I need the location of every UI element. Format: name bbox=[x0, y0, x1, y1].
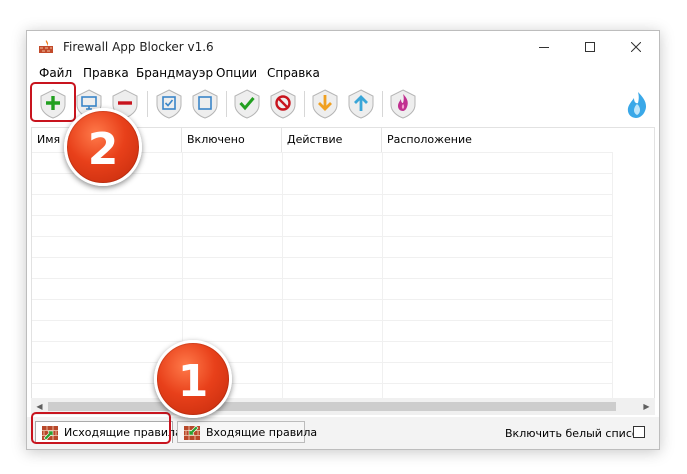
block-button[interactable] bbox=[269, 89, 297, 119]
step-1-badge: 1 bbox=[154, 340, 232, 418]
window-title: Firewall App Blocker v1.6 bbox=[63, 40, 214, 54]
grid-line bbox=[32, 236, 612, 237]
grid-line bbox=[32, 320, 612, 321]
scrollbar-thumb[interactable] bbox=[48, 402, 616, 411]
highlight-outbound-tab bbox=[31, 412, 171, 444]
whitelist-label: Включить белый список bbox=[505, 427, 646, 440]
menu-edit[interactable]: Правка bbox=[83, 66, 129, 80]
tab-inbound-label: Входящие правила bbox=[206, 426, 318, 439]
allow-button[interactable] bbox=[233, 89, 261, 119]
move-up-button[interactable] bbox=[347, 89, 375, 119]
close-button[interactable] bbox=[613, 31, 659, 63]
toolbar-separator bbox=[304, 91, 305, 117]
move-down-button[interactable] bbox=[311, 89, 339, 119]
grid-line bbox=[612, 152, 613, 398]
menu-file[interactable]: Файл bbox=[39, 66, 72, 80]
check-all-button[interactable] bbox=[155, 89, 183, 119]
step-2-badge: 2 bbox=[64, 108, 142, 186]
grid-line bbox=[32, 278, 612, 279]
title-bar: Firewall App Blocker v1.6 bbox=[27, 31, 659, 63]
toolbar-separator bbox=[147, 91, 148, 117]
app-window: Firewall App Blocker v1.6 Файл Правка Бр… bbox=[26, 30, 660, 450]
brick-wall-icon bbox=[184, 426, 200, 440]
grid-line bbox=[32, 194, 612, 195]
grid-line bbox=[32, 215, 612, 216]
maximize-icon bbox=[585, 42, 595, 52]
grid-line bbox=[32, 257, 612, 258]
toolbar-separator bbox=[382, 91, 383, 117]
toolbar-separator bbox=[226, 91, 227, 117]
minimize-icon bbox=[539, 47, 549, 48]
column-header-action[interactable]: Действие bbox=[282, 128, 382, 152]
grid-line bbox=[32, 383, 612, 384]
maximize-button[interactable] bbox=[567, 31, 613, 63]
grid-line bbox=[32, 362, 612, 363]
uncheck-all-button[interactable] bbox=[191, 89, 219, 119]
menu-help[interactable]: Справка bbox=[267, 66, 320, 80]
column-header-location[interactable]: Расположение bbox=[382, 128, 612, 152]
menu-bar: Файл Правка Брандмауэр Опции Справка bbox=[27, 63, 659, 83]
grid-line bbox=[32, 299, 612, 300]
whitelist-checkbox[interactable] bbox=[633, 426, 645, 438]
menu-firewall[interactable]: Брандмауэр bbox=[136, 66, 213, 80]
app-icon bbox=[39, 40, 53, 53]
scroll-right-icon[interactable]: ▶ bbox=[638, 398, 655, 415]
grid-line bbox=[32, 341, 612, 342]
close-icon bbox=[631, 42, 641, 52]
tab-inbound-rules[interactable]: Входящие правила bbox=[177, 421, 317, 443]
firewall-button[interactable] bbox=[389, 89, 417, 119]
column-header-enabled[interactable]: Включено bbox=[182, 128, 282, 152]
minimize-button[interactable] bbox=[521, 31, 567, 63]
app-logo-flame-icon bbox=[627, 92, 647, 118]
highlight-add-button bbox=[30, 82, 76, 122]
menu-options[interactable]: Опции bbox=[216, 66, 257, 80]
